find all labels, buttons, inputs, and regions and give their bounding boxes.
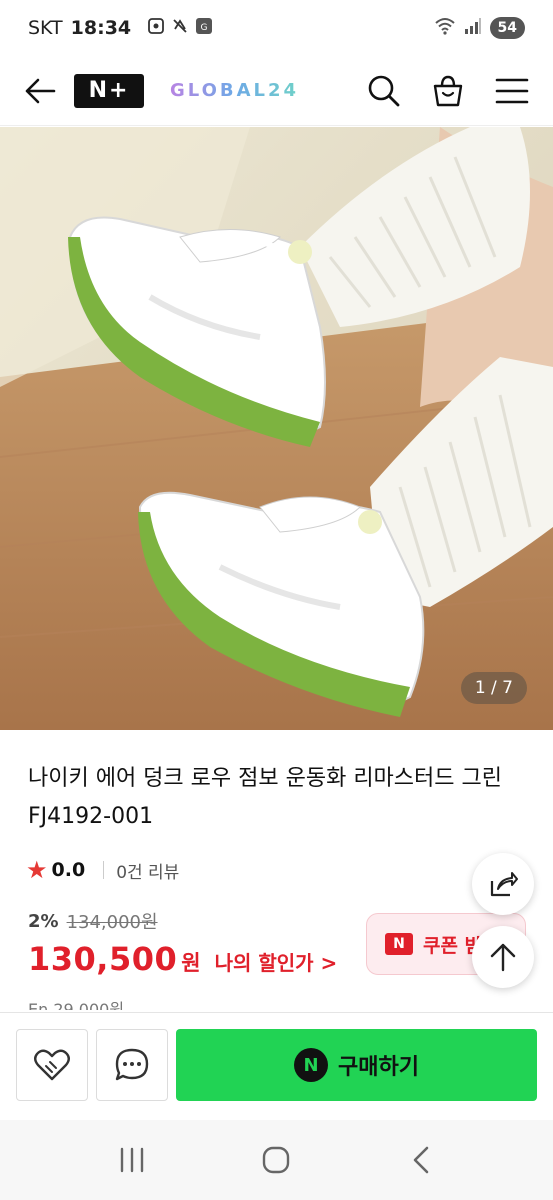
mute-icon: [171, 17, 189, 39]
chat-button[interactable]: [96, 1029, 168, 1101]
shopping-bag-icon: [433, 75, 463, 106]
product-title: 나이키 에어 덩크 로우 점보 운동화 리마스터드 그린 FJ4192-001: [28, 766, 502, 829]
global24-brand[interactable]: GLOBAL24: [170, 80, 299, 101]
menu-icon: [495, 78, 529, 103]
points-info: En 29,000원: [28, 1000, 125, 1010]
discount-row: 2% 134,000원: [28, 908, 158, 934]
price-row: 130,500 원 나의 할인가 >: [28, 940, 337, 978]
recent-apps-button[interactable]: [107, 1135, 157, 1185]
back-arrow-icon: [25, 78, 56, 103]
rating-row[interactable]: ★ 0.0 0건 리뷰: [26, 856, 179, 884]
scroll-top-button[interactable]: [472, 926, 534, 988]
notification-app-icon: G: [195, 17, 213, 39]
image-counter: 1 / 7: [460, 672, 527, 704]
svg-text:G: G: [201, 23, 208, 33]
battery-indicator: 54: [489, 17, 525, 39]
share-button[interactable]: [472, 853, 534, 915]
clock: 18:34: [70, 17, 132, 39]
rating-value: 0.0: [51, 859, 86, 881]
product-image-carousel[interactable]: 1 / 7: [0, 127, 553, 730]
recent-apps-icon: [120, 1147, 144, 1173]
home-button[interactable]: [251, 1135, 301, 1185]
carrier-label: SKT: [28, 17, 63, 39]
naver-n-icon: N: [385, 933, 413, 955]
app-header: N+ GLOBAL24: [0, 56, 553, 126]
system-navigation-bar: [0, 1120, 553, 1200]
nplus-logo[interactable]: N+: [74, 73, 144, 108]
divider: [103, 861, 105, 879]
naver-n-icon: N: [294, 1048, 329, 1082]
nav-back-button[interactable]: [396, 1135, 446, 1185]
status-bar: SKT 18:34 G 54: [0, 0, 553, 56]
bottom-action-bar: N 구매하기: [0, 1012, 553, 1120]
nav-back-icon: [413, 1146, 429, 1174]
review-count[interactable]: 0건 리뷰: [116, 858, 179, 883]
chat-icon: [115, 1048, 149, 1081]
my-discount-link[interactable]: 나의 할인가 >: [215, 947, 338, 976]
home-icon: [263, 1146, 290, 1174]
star-icon: ★: [26, 856, 48, 884]
back-button[interactable]: [22, 73, 58, 109]
heart-like-icon: [34, 1049, 70, 1081]
sale-price: 130,500: [28, 940, 178, 978]
share-icon: [490, 872, 518, 897]
buy-label: 구매하기: [338, 1055, 419, 1080]
wifi-icon: [434, 17, 456, 40]
discount-percent: 2%: [28, 910, 59, 932]
screenshot-icon: [147, 17, 165, 39]
signal-icon: [464, 17, 482, 40]
buy-button[interactable]: N 구매하기: [176, 1029, 537, 1101]
original-price: 134,000원: [66, 912, 158, 933]
cart-button[interactable]: [429, 72, 467, 110]
search-button[interactable]: [365, 72, 403, 110]
search-icon: [368, 75, 400, 106]
menu-button[interactable]: [493, 72, 531, 110]
price-unit: 원: [181, 951, 201, 975]
arrow-up-icon: [490, 943, 516, 972]
product-photo-sneakers: [0, 127, 553, 730]
like-button[interactable]: [16, 1029, 88, 1101]
